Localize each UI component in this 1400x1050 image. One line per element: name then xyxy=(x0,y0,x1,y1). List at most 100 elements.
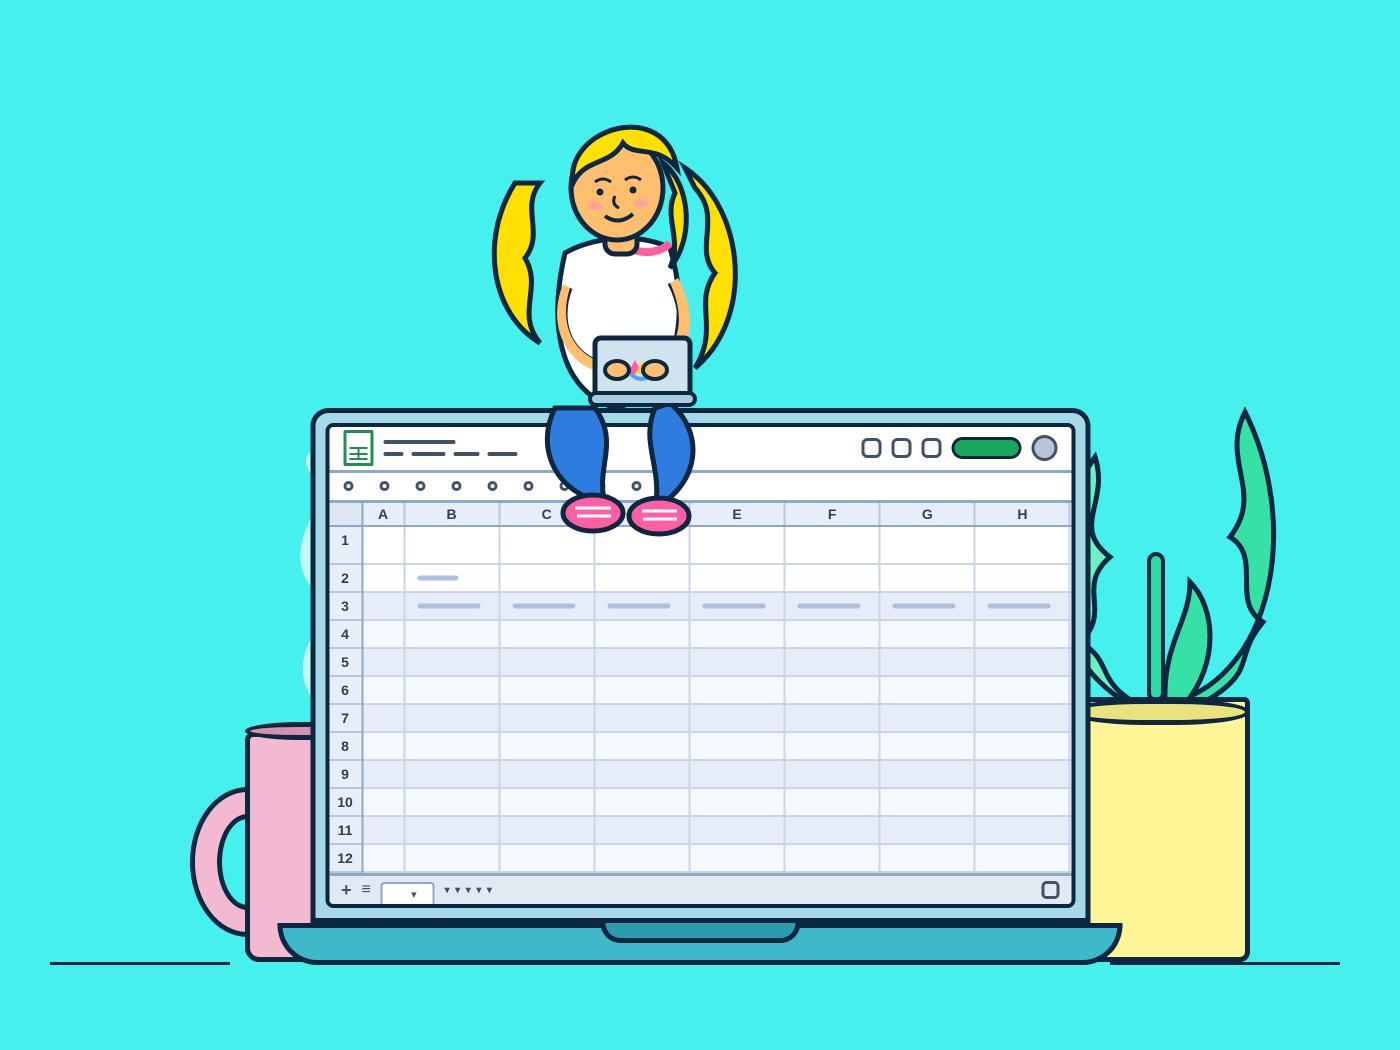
sheet-tab[interactable]: ▾ xyxy=(381,882,435,904)
titlebar-action-2[interactable] xyxy=(891,438,911,458)
cell[interactable] xyxy=(786,621,881,647)
row-header[interactable]: 5 xyxy=(329,649,361,677)
cell[interactable] xyxy=(405,649,500,675)
cell[interactable] xyxy=(363,761,405,787)
cell[interactable] xyxy=(976,649,1071,675)
cell[interactable] xyxy=(363,649,405,675)
cell[interactable] xyxy=(690,761,785,787)
cell[interactable] xyxy=(405,817,500,843)
column-header[interactable]: H xyxy=(976,503,1071,525)
grid-row[interactable] xyxy=(363,593,1071,621)
grid-row[interactable] xyxy=(363,677,1071,705)
cell[interactable] xyxy=(881,527,976,563)
cell[interactable] xyxy=(786,761,881,787)
row-header[interactable]: 6 xyxy=(329,677,361,705)
cell[interactable] xyxy=(500,761,595,787)
toolbar-btn[interactable] xyxy=(343,481,353,491)
cell[interactable] xyxy=(500,565,595,591)
cell[interactable] xyxy=(595,733,690,759)
titlebar-action-1[interactable] xyxy=(861,438,881,458)
cell[interactable] xyxy=(363,817,405,843)
cell[interactable] xyxy=(500,649,595,675)
cell[interactable] xyxy=(786,789,881,815)
cell[interactable] xyxy=(405,761,500,787)
cell[interactable] xyxy=(595,705,690,731)
cell[interactable] xyxy=(363,705,405,731)
cell[interactable] xyxy=(976,593,1071,619)
cell[interactable] xyxy=(595,593,690,619)
row-header[interactable]: 8 xyxy=(329,733,361,761)
tab-scroll[interactable]: ▾ ▾ ▾ ▾ ▾ xyxy=(445,880,492,900)
cell[interactable] xyxy=(976,789,1071,815)
cell[interactable] xyxy=(690,593,785,619)
row-header[interactable]: 2 xyxy=(329,565,361,593)
cell[interactable] xyxy=(786,565,881,591)
cell[interactable] xyxy=(500,733,595,759)
cell[interactable] xyxy=(363,789,405,815)
grid-row[interactable] xyxy=(363,565,1071,593)
cell[interactable] xyxy=(976,527,1071,563)
cell[interactable] xyxy=(690,649,785,675)
cell[interactable] xyxy=(976,733,1071,759)
row-header[interactable]: 1 xyxy=(329,527,361,565)
cell[interactable] xyxy=(786,593,881,619)
share-button[interactable] xyxy=(951,437,1021,459)
cell[interactable] xyxy=(500,621,595,647)
cell[interactable] xyxy=(786,817,881,843)
cell[interactable] xyxy=(881,733,976,759)
grid-row[interactable] xyxy=(363,649,1071,677)
cell[interactable] xyxy=(405,565,500,591)
toolbar-btn[interactable] xyxy=(379,481,389,491)
cell[interactable] xyxy=(690,789,785,815)
cell[interactable] xyxy=(690,733,785,759)
cell[interactable] xyxy=(363,527,405,563)
cell[interactable] xyxy=(690,565,785,591)
cell[interactable] xyxy=(405,621,500,647)
row-header[interactable]: 11 xyxy=(329,817,361,845)
cell[interactable] xyxy=(786,845,881,871)
cell[interactable] xyxy=(976,705,1071,731)
cell[interactable] xyxy=(881,817,976,843)
cell[interactable] xyxy=(405,789,500,815)
cell[interactable] xyxy=(405,593,500,619)
grid-row[interactable] xyxy=(363,817,1071,845)
row-header[interactable]: 3 xyxy=(329,593,361,621)
cell[interactable] xyxy=(363,733,405,759)
cell[interactable] xyxy=(595,565,690,591)
cell[interactable] xyxy=(690,705,785,731)
cell[interactable] xyxy=(881,565,976,591)
cell[interactable] xyxy=(500,593,595,619)
cell[interactable] xyxy=(363,621,405,647)
cell[interactable] xyxy=(881,593,976,619)
cell[interactable] xyxy=(363,677,405,703)
select-all-cell[interactable] xyxy=(329,503,361,527)
cell[interactable] xyxy=(595,761,690,787)
cell[interactable] xyxy=(881,621,976,647)
column-header[interactable]: F xyxy=(786,503,881,525)
grid-body[interactable] xyxy=(363,527,1071,873)
cell[interactable] xyxy=(500,789,595,815)
cell[interactable] xyxy=(881,677,976,703)
cell[interactable] xyxy=(595,621,690,647)
grid-row[interactable] xyxy=(363,621,1071,649)
cell[interactable] xyxy=(881,789,976,815)
row-header[interactable]: 7 xyxy=(329,705,361,733)
explore-button[interactable] xyxy=(1041,881,1059,899)
cell[interactable] xyxy=(881,761,976,787)
cell[interactable] xyxy=(405,677,500,703)
cell[interactable] xyxy=(500,817,595,843)
spreadsheet-grid[interactable]: 1 2 3 4 5 6 7 8 9 10 11 12 xyxy=(329,503,1071,873)
cell[interactable] xyxy=(881,705,976,731)
cell[interactable] xyxy=(881,845,976,871)
account-avatar[interactable] xyxy=(1031,435,1057,461)
cell[interactable] xyxy=(595,649,690,675)
cell[interactable] xyxy=(976,845,1071,871)
cell[interactable] xyxy=(405,845,500,871)
all-sheets-button[interactable]: ≡ xyxy=(362,880,371,900)
cell[interactable] xyxy=(595,677,690,703)
cell[interactable] xyxy=(405,733,500,759)
cell[interactable] xyxy=(500,705,595,731)
row-header[interactable]: 10 xyxy=(329,789,361,817)
cell[interactable] xyxy=(363,565,405,591)
cell[interactable] xyxy=(976,817,1071,843)
